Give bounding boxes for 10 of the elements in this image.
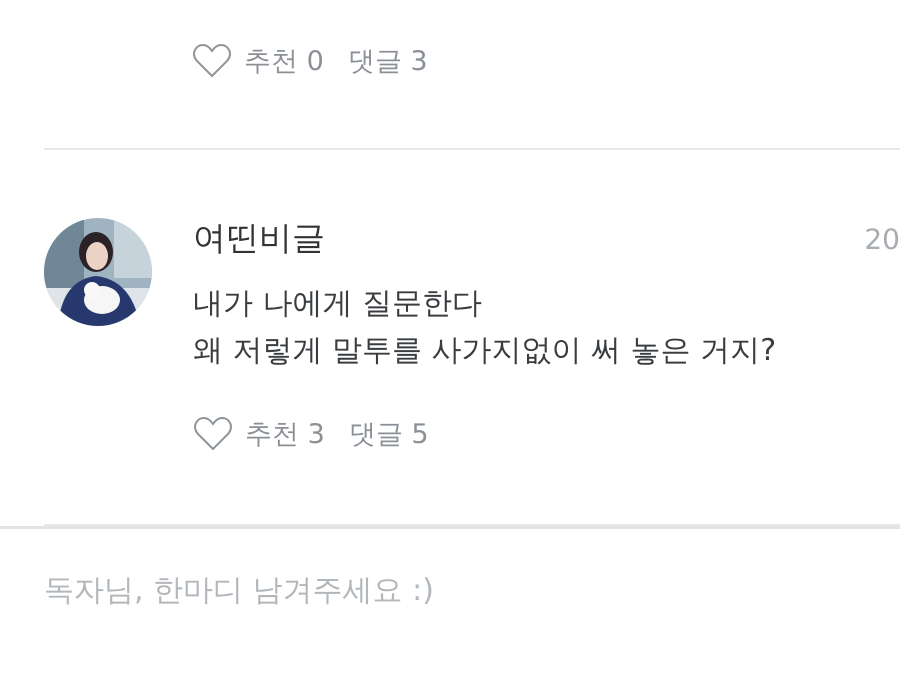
heart-icon[interactable]	[192, 43, 232, 79]
comment-text: 내가 나에게 질문한다 왜 저렇게 말투를 사가지없이 써 놓은 거지?	[193, 285, 778, 370]
reply-count[interactable]: 댓글 5	[348, 416, 429, 452]
heart-icon[interactable]	[193, 416, 233, 452]
like-count[interactable]: 추천 0	[244, 43, 324, 79]
author-name: 여띤비글	[193, 218, 325, 258]
reply-count[interactable]: 댓글 3	[348, 43, 428, 79]
like-count[interactable]: 추천 3	[245, 416, 325, 452]
comment-date: 20	[864, 223, 900, 256]
comment-input[interactable]: 독자님, 한마디 남겨주세요 :)	[44, 573, 856, 608]
